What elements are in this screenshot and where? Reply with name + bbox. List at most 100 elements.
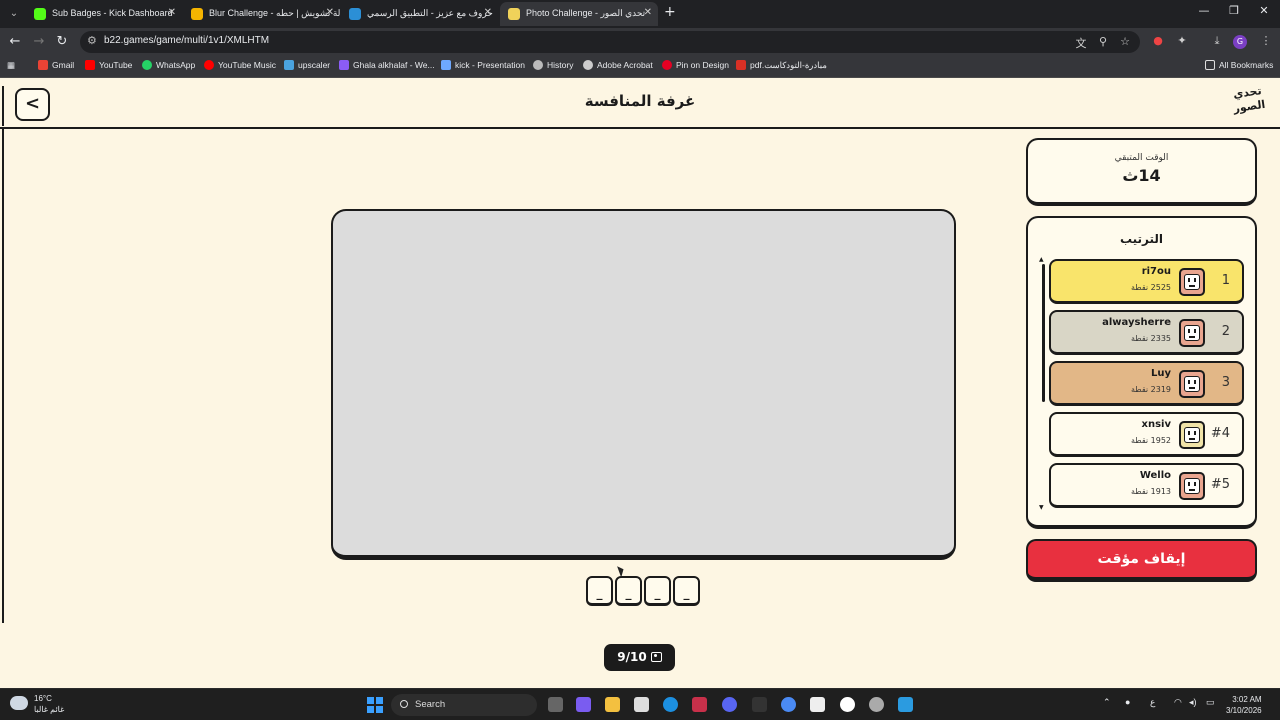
- translate-icon[interactable]: 文: [1073, 35, 1089, 51]
- app-icon[interactable]: [898, 697, 913, 712]
- cloud-icon: [10, 696, 28, 710]
- tab-close-icon[interactable]: ✕: [168, 2, 176, 24]
- url-text[interactable]: b22.games/game/multi/1v1/XMLHTM: [104, 35, 269, 46]
- acrobat-icon: [583, 60, 593, 70]
- leaderboard-row[interactable]: 3 Luy 2319 نقطة: [1049, 361, 1244, 406]
- blur-challenge-favicon-icon: [191, 8, 203, 20]
- leaderboard-scrollbar[interactable]: [1042, 264, 1045, 402]
- bookmark-whatsapp[interactable]: WhatsApp: [142, 60, 195, 70]
- bookmark-upscaler[interactable]: upscaler: [284, 60, 330, 70]
- scroll-up-icon[interactable]: ▲: [1039, 256, 1044, 263]
- tab-close-icon[interactable]: ✕: [644, 2, 652, 24]
- battery-icon[interactable]: ▭: [1206, 697, 1215, 708]
- page-title: غرفة المنافسة: [584, 92, 696, 110]
- reload-icon[interactable]: ↻: [53, 34, 71, 50]
- obs-icon[interactable]: [840, 697, 855, 712]
- weather-temperature: 16°C: [34, 694, 52, 703]
- edge-icon[interactable]: [663, 697, 678, 712]
- player-avatar-icon: [1179, 472, 1205, 500]
- answer-slot[interactable]: _: [586, 576, 613, 606]
- rank-position: 3: [1221, 375, 1230, 390]
- discord-icon[interactable]: [722, 697, 737, 712]
- more-menu-icon[interactable]: ⋮: [1258, 34, 1274, 47]
- restore-icon[interactable]: ❐: [1224, 4, 1244, 17]
- site-info-icon[interactable]: ⚙: [87, 34, 97, 47]
- taskbar-clock[interactable]: 3:02 AM 3/10/2026: [1226, 694, 1262, 716]
- app-icon[interactable]: [869, 697, 884, 712]
- answer-slot[interactable]: _: [644, 576, 671, 606]
- back-button[interactable]: <: [15, 88, 50, 121]
- minimize-icon[interactable]: —: [1194, 4, 1214, 17]
- bookmark-gmail[interactable]: Gmail: [38, 60, 74, 70]
- bookmark-youtube-music[interactable]: YouTube Music: [204, 60, 276, 70]
- browser-tab[interactable]: Blur Challenge - جولة تشويش | حطه ✕: [183, 2, 340, 26]
- keyboard-language-icon[interactable]: ع: [1150, 697, 1155, 708]
- bookmark-kick-presentation[interactable]: kick - Presentation: [441, 60, 525, 70]
- player-name: alwaysherre: [1102, 317, 1171, 328]
- browser-toolbar: ← → ↻ ⚙ b22.games/game/multi/1v1/XMLHTM …: [0, 28, 1280, 56]
- close-window-icon[interactable]: ✕: [1254, 4, 1274, 17]
- volume-icon[interactable]: ◂): [1189, 697, 1197, 708]
- back-arrow-icon[interactable]: ←: [6, 34, 24, 50]
- bookmark-history[interactable]: History: [533, 60, 573, 70]
- ghala-icon: [339, 60, 349, 70]
- browser-tab-strip: ⌄ Sub Badges - Kick Dashboard ✕ Blur Cha…: [0, 0, 1280, 28]
- bookmark-pdf[interactable]: pdf.مبادرة-التودكاست: [736, 60, 827, 71]
- bookmark-ghala[interactable]: Ghala alkhalaf - We...: [339, 60, 435, 70]
- epic-games-icon[interactable]: [752, 697, 767, 712]
- answer-slot[interactable]: _: [615, 576, 642, 606]
- leaderboard-row[interactable]: #5 Wello 1913 نقطة: [1049, 463, 1244, 508]
- tray-chevron-icon[interactable]: ⌃: [1103, 697, 1111, 708]
- microsoft-store-icon[interactable]: [634, 697, 649, 712]
- bookmark-star-icon[interactable]: ☆: [1117, 35, 1133, 48]
- copilot-icon[interactable]: [576, 697, 591, 712]
- whatsapp-icon: [142, 60, 152, 70]
- player-avatar-icon: [1179, 421, 1205, 449]
- tab-close-icon[interactable]: ✕: [326, 2, 334, 24]
- browser-tab-active[interactable]: Photo Challenge - تحدي الصور ✕: [500, 2, 658, 26]
- weather-widget[interactable]: 16°C غائم غالبا: [10, 693, 64, 715]
- rank-position: 1: [1221, 273, 1230, 288]
- player-score: 1952 نقطة: [1130, 436, 1171, 445]
- browser-tab[interactable]: حروف مع عزيز - التطبيق الرسمي ✕: [341, 2, 498, 26]
- leaderboard-row[interactable]: 1 ri7ou 2525 نقطة: [1049, 259, 1244, 304]
- rank-position: #4: [1210, 426, 1230, 441]
- answer-slot[interactable]: _: [673, 576, 700, 606]
- bookmark-pin-on-design[interactable]: Pin on Design: [662, 60, 729, 70]
- weather-description: غائم غالبا: [34, 705, 65, 714]
- chrome-icon[interactable]: [781, 697, 796, 712]
- all-bookmarks-folder[interactable]: All Bookmarks: [1205, 60, 1273, 70]
- new-tab-icon[interactable]: +: [664, 4, 676, 20]
- player-score: 2525 نقطة: [1130, 283, 1171, 292]
- youtube-music-icon: [204, 60, 214, 70]
- bookmark-adobe-acrobat[interactable]: Adobe Acrobat: [583, 60, 653, 70]
- browser-tab[interactable]: Sub Badges - Kick Dashboard ✕: [26, 2, 182, 26]
- chevron-left-icon: <: [24, 93, 41, 114]
- download-icon[interactable]: ⤓: [1209, 34, 1225, 48]
- tab-close-icon[interactable]: ✕: [484, 2, 492, 24]
- document-icon[interactable]: [810, 697, 825, 712]
- forward-arrow-icon[interactable]: →: [30, 34, 48, 50]
- scroll-down-icon[interactable]: ▼: [1039, 504, 1044, 511]
- file-explorer-icon[interactable]: [605, 697, 620, 712]
- profile-avatar-icon[interactable]: G: [1233, 35, 1247, 49]
- address-bar[interactable]: ⚙ b22.games/game/multi/1v1/XMLHTM 文 ⚲ ☆: [80, 31, 1140, 53]
- microphone-icon[interactable]: ●: [1125, 697, 1130, 707]
- app-icon[interactable]: [692, 697, 707, 712]
- bookmark-youtube[interactable]: YouTube: [85, 60, 132, 70]
- timer-value: 14ث: [1122, 166, 1161, 185]
- round-counter: 9/10: [604, 644, 675, 671]
- windows-start-icon[interactable]: [367, 697, 383, 713]
- zoom-icon[interactable]: ⚲: [1095, 35, 1111, 48]
- leaderboard-row[interactable]: 2 alwaysherre 2335 نقطة: [1049, 310, 1244, 355]
- wifi-icon[interactable]: ◠: [1174, 697, 1182, 708]
- rank-position: #5: [1210, 477, 1230, 492]
- extension-icon[interactable]: ●: [1150, 34, 1166, 47]
- pause-button[interactable]: إيقاف مؤقت: [1026, 539, 1257, 582]
- task-view-icon[interactable]: [548, 697, 563, 712]
- extensions-puzzle-icon[interactable]: ✦: [1174, 34, 1190, 47]
- taskbar-search-input[interactable]: Search: [391, 694, 537, 716]
- leaderboard-row[interactable]: #4 xnsiv 1952 نقطة: [1049, 412, 1244, 457]
- tab-search-icon[interactable]: ⌄: [6, 6, 22, 22]
- apps-grid-icon[interactable]: ▦: [7, 60, 15, 71]
